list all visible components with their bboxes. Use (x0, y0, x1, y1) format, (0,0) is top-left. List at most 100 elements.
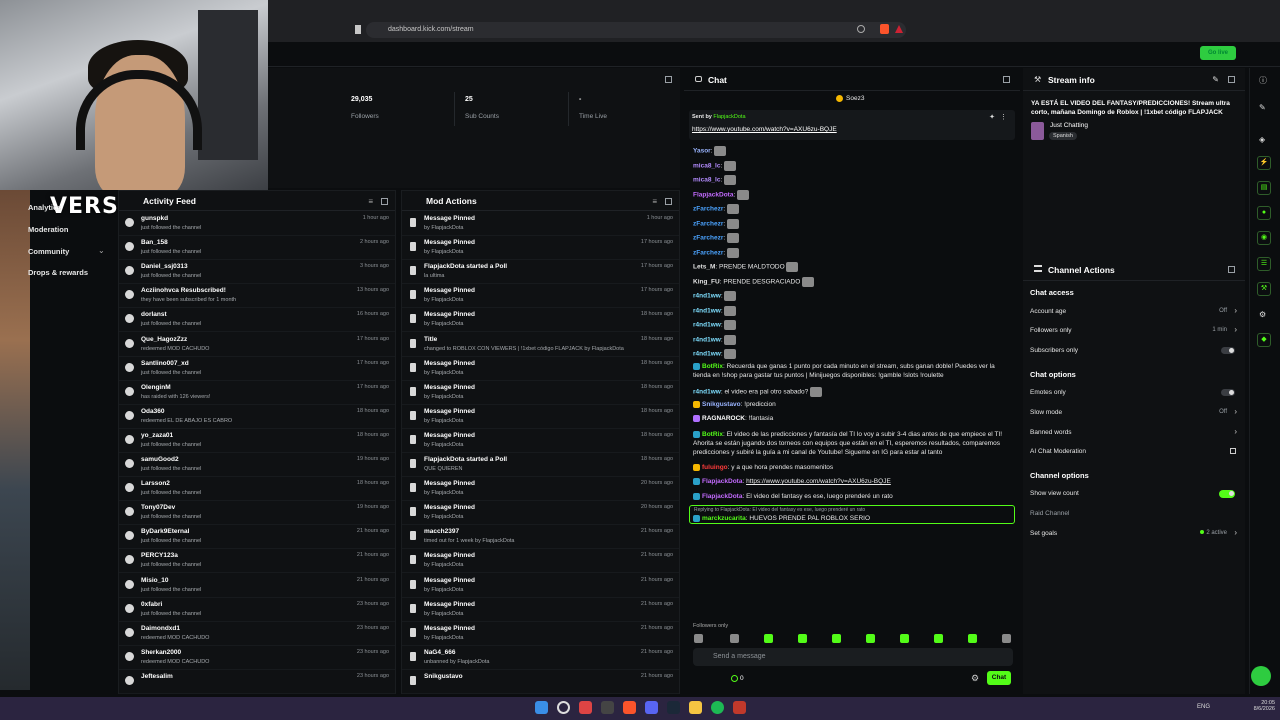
chat-fab-icon[interactable] (1251, 666, 1271, 686)
bolt-icon[interactable]: ⚡ (1257, 156, 1271, 170)
set-goals-label[interactable]: Set goals (1030, 530, 1057, 537)
mod-action-row[interactable]: Message Pinned by FlapjackDota 18 hours ag… (402, 429, 679, 453)
more-icon[interactable]: ⋮ (1000, 113, 1007, 121)
chat-username[interactable]: r4nd1ww (693, 322, 721, 329)
activity-row[interactable]: Misio_10 just followed the channel 21 hour… (119, 574, 395, 598)
mod-action-row[interactable]: Message Pinned by FlapjackDota 20 hours ag… (402, 477, 679, 502)
brave-icon[interactable] (623, 701, 636, 714)
subscribers-only-toggle[interactable] (1221, 347, 1235, 354)
expand-icon[interactable] (665, 76, 672, 83)
chat-username[interactable]: mica8_lc (693, 177, 720, 184)
activity-row[interactable]: OlenginM has raided with 126 viewers! 17 h… (119, 381, 395, 405)
followers-only-label[interactable]: Followers only (1030, 327, 1072, 334)
brave-shield-icon[interactable] (880, 24, 889, 34)
pinned-message[interactable]: Sent by FlapjackDota https://www.youtube… (689, 110, 1015, 140)
sidebar-item-drops[interactable]: Drops & rewards (28, 268, 88, 277)
slow-mode-value[interactable]: Off (1219, 409, 1227, 415)
popout-icon[interactable] (1228, 76, 1235, 83)
send-chat-button[interactable]: Chat (987, 671, 1011, 685)
chevron-right-icon[interactable]: › (1234, 325, 1237, 334)
activity-row[interactable]: Daniel_ssj0313 just followed the channel 3… (119, 260, 395, 285)
language-indicator[interactable]: ENG (1197, 704, 1210, 710)
chevron-right-icon[interactable]: › (1234, 407, 1237, 416)
popout-icon[interactable] (1228, 266, 1235, 273)
mod-action-row[interactable]: Message Pinned by FlapjackDota 18 hours ag… (402, 381, 679, 405)
chat-bubble-icon[interactable]: ● (1257, 206, 1271, 220)
chat-username[interactable]: r4nd1ww (693, 307, 721, 314)
mod-action-row[interactable]: Message Pinned by FlapjackDota 17 hours ag… (402, 284, 679, 309)
activity-row[interactable]: Que_HagozZzz redeemed MOD CACHUDO 17 hours… (119, 333, 395, 357)
settings-icon[interactable]: ⚙ (1259, 310, 1266, 319)
chat-username[interactable]: r4nd1ww (693, 351, 721, 358)
activity-row[interactable]: PERCY123a just followed the channel 21 hou… (119, 549, 395, 574)
app-icon[interactable] (579, 701, 592, 714)
go-live-button[interactable]: Go live (1200, 46, 1236, 60)
clipboard-icon[interactable]: ▤ (1257, 181, 1271, 195)
spotify-icon[interactable] (711, 701, 724, 714)
filter-icon[interactable]: ≡ (652, 197, 657, 206)
mod-action-row[interactable]: FlapjackDota started a Poll QUE QUIEREN 18… (402, 453, 679, 477)
sidebar-item-analytics[interactable]: Analytics (28, 203, 61, 212)
chevron-right-icon[interactable]: › (1234, 427, 1237, 436)
chevron-right-icon[interactable]: › (1234, 528, 1237, 537)
chevron-down-icon[interactable]: ⌄ (98, 246, 105, 255)
edit-icon[interactable]: ✎ (1259, 103, 1266, 112)
activity-row[interactable]: Ban_158 just followed the channel 2 hours … (119, 236, 395, 261)
address-bar[interactable]: dashboard.kick.com/stream (366, 22, 906, 38)
followers-only-value[interactable]: 1 min (1212, 327, 1227, 333)
mod-action-row[interactable]: macch2397 timed out for 1 week by Flapjac… (402, 525, 679, 550)
chat-username[interactable]: mica8_lc (693, 162, 720, 169)
activity-row[interactable]: samuGood2 just followed the channel 19 hou… (119, 453, 395, 477)
brave-rewards-icon[interactable] (895, 25, 903, 33)
account-age-value[interactable]: Off (1219, 308, 1227, 314)
sidebar-item-community[interactable]: Community (28, 247, 69, 256)
mod-action-row[interactable]: Snikgustavo 21 hours ago (402, 670, 679, 694)
chat-input[interactable]: Send a message (693, 648, 1013, 666)
mod-action-row[interactable]: Message Pinned by FlapjackDota 17 hours ag… (402, 236, 679, 261)
mod-shield-icon[interactable]: ◈ (1259, 135, 1265, 144)
mod-action-row[interactable]: Message Pinned by FlapjackDota 18 hours ag… (402, 357, 679, 381)
mod-action-row[interactable]: Message Pinned by FlapjackDota 18 hours ag… (402, 405, 679, 429)
mod-action-row[interactable]: Message Pinned by FlapjackDota 18 hours ag… (402, 308, 679, 333)
mod-action-row[interactable]: Message Pinned by FlapjackDota 21 hours ag… (402, 549, 679, 574)
discord-icon[interactable] (645, 701, 658, 714)
list-icon[interactable]: ☰ (1257, 257, 1271, 271)
popout-icon[interactable] (1003, 76, 1010, 83)
mod-action-row[interactable]: Message Pinned by FlapjackDota 21 hours ag… (402, 622, 679, 646)
bookmark-icon[interactable] (355, 25, 361, 34)
search-icon[interactable] (557, 701, 570, 714)
activity-row[interactable]: gunspkd just followed the channel 1 hour a… (119, 212, 395, 236)
chat-username[interactable]: r4nd1ww (693, 293, 721, 300)
activity-row[interactable]: ByDark9Eternal just followed the channel 2… (119, 525, 395, 550)
chat-username[interactable]: Lets_M (693, 264, 715, 271)
activity-row[interactable]: Oda360 redeemed EL DE ABAJO ES CABRO 18 ho… (119, 405, 395, 429)
clock[interactable]: 20:05 8/6/2026 (1245, 700, 1275, 712)
activity-row[interactable]: Sherkan2000 redeemed MOD CACHUDO 23 hours … (119, 646, 395, 670)
mod-action-row[interactable]: Message Pinned by FlapjackDota 21 hours ag… (402, 598, 679, 622)
broadcast-icon[interactable]: ◉ (1257, 231, 1271, 245)
filter-icon[interactable]: ≡ (368, 197, 373, 206)
settings-gear-icon[interactable]: ⚙ (971, 673, 979, 684)
account-age-label[interactable]: Account age (1030, 308, 1066, 315)
chat-username[interactable]: Yasor (693, 148, 711, 155)
activity-row[interactable]: 0xfabri just followed the channel 23 hours… (119, 598, 395, 622)
activity-row[interactable]: Tony07Dev just followed the channel 19 hou… (119, 501, 395, 526)
folder-icon[interactable] (689, 701, 702, 714)
chat-username[interactable]: zFarchezr (693, 220, 723, 227)
expand-icon[interactable] (665, 198, 672, 205)
edit-icon[interactable]: ✎ (1212, 75, 1219, 84)
chat-username[interactable]: King_FU (693, 278, 720, 285)
mod-action-row[interactable]: Message Pinned by FlapjackDota 1 hour ago (402, 212, 679, 236)
mod-action-row[interactable]: Message Pinned by FlapjackDota 21 hours ag… (402, 574, 679, 598)
set-goals-value[interactable]: 2 active (1200, 530, 1227, 536)
show-view-count-toggle[interactable] (1219, 490, 1235, 498)
chat-username[interactable]: zFarchezr (693, 235, 723, 242)
emotes-only-toggle[interactable] (1221, 389, 1235, 396)
pin-icon[interactable]: ✦ (989, 113, 995, 121)
raid-channel-label[interactable]: Raid Channel (1030, 510, 1069, 517)
windows-start-icon[interactable] (535, 701, 548, 714)
pinned-link[interactable]: https://www.youtube.com/watch?v=AXU6zu-B… (692, 126, 837, 133)
steam-icon[interactable] (667, 701, 680, 714)
mod-action-row[interactable]: FlapjackDota started a Poll la ultima 17 h… (402, 260, 679, 285)
banned-words-label[interactable]: Banned words (1030, 429, 1072, 436)
